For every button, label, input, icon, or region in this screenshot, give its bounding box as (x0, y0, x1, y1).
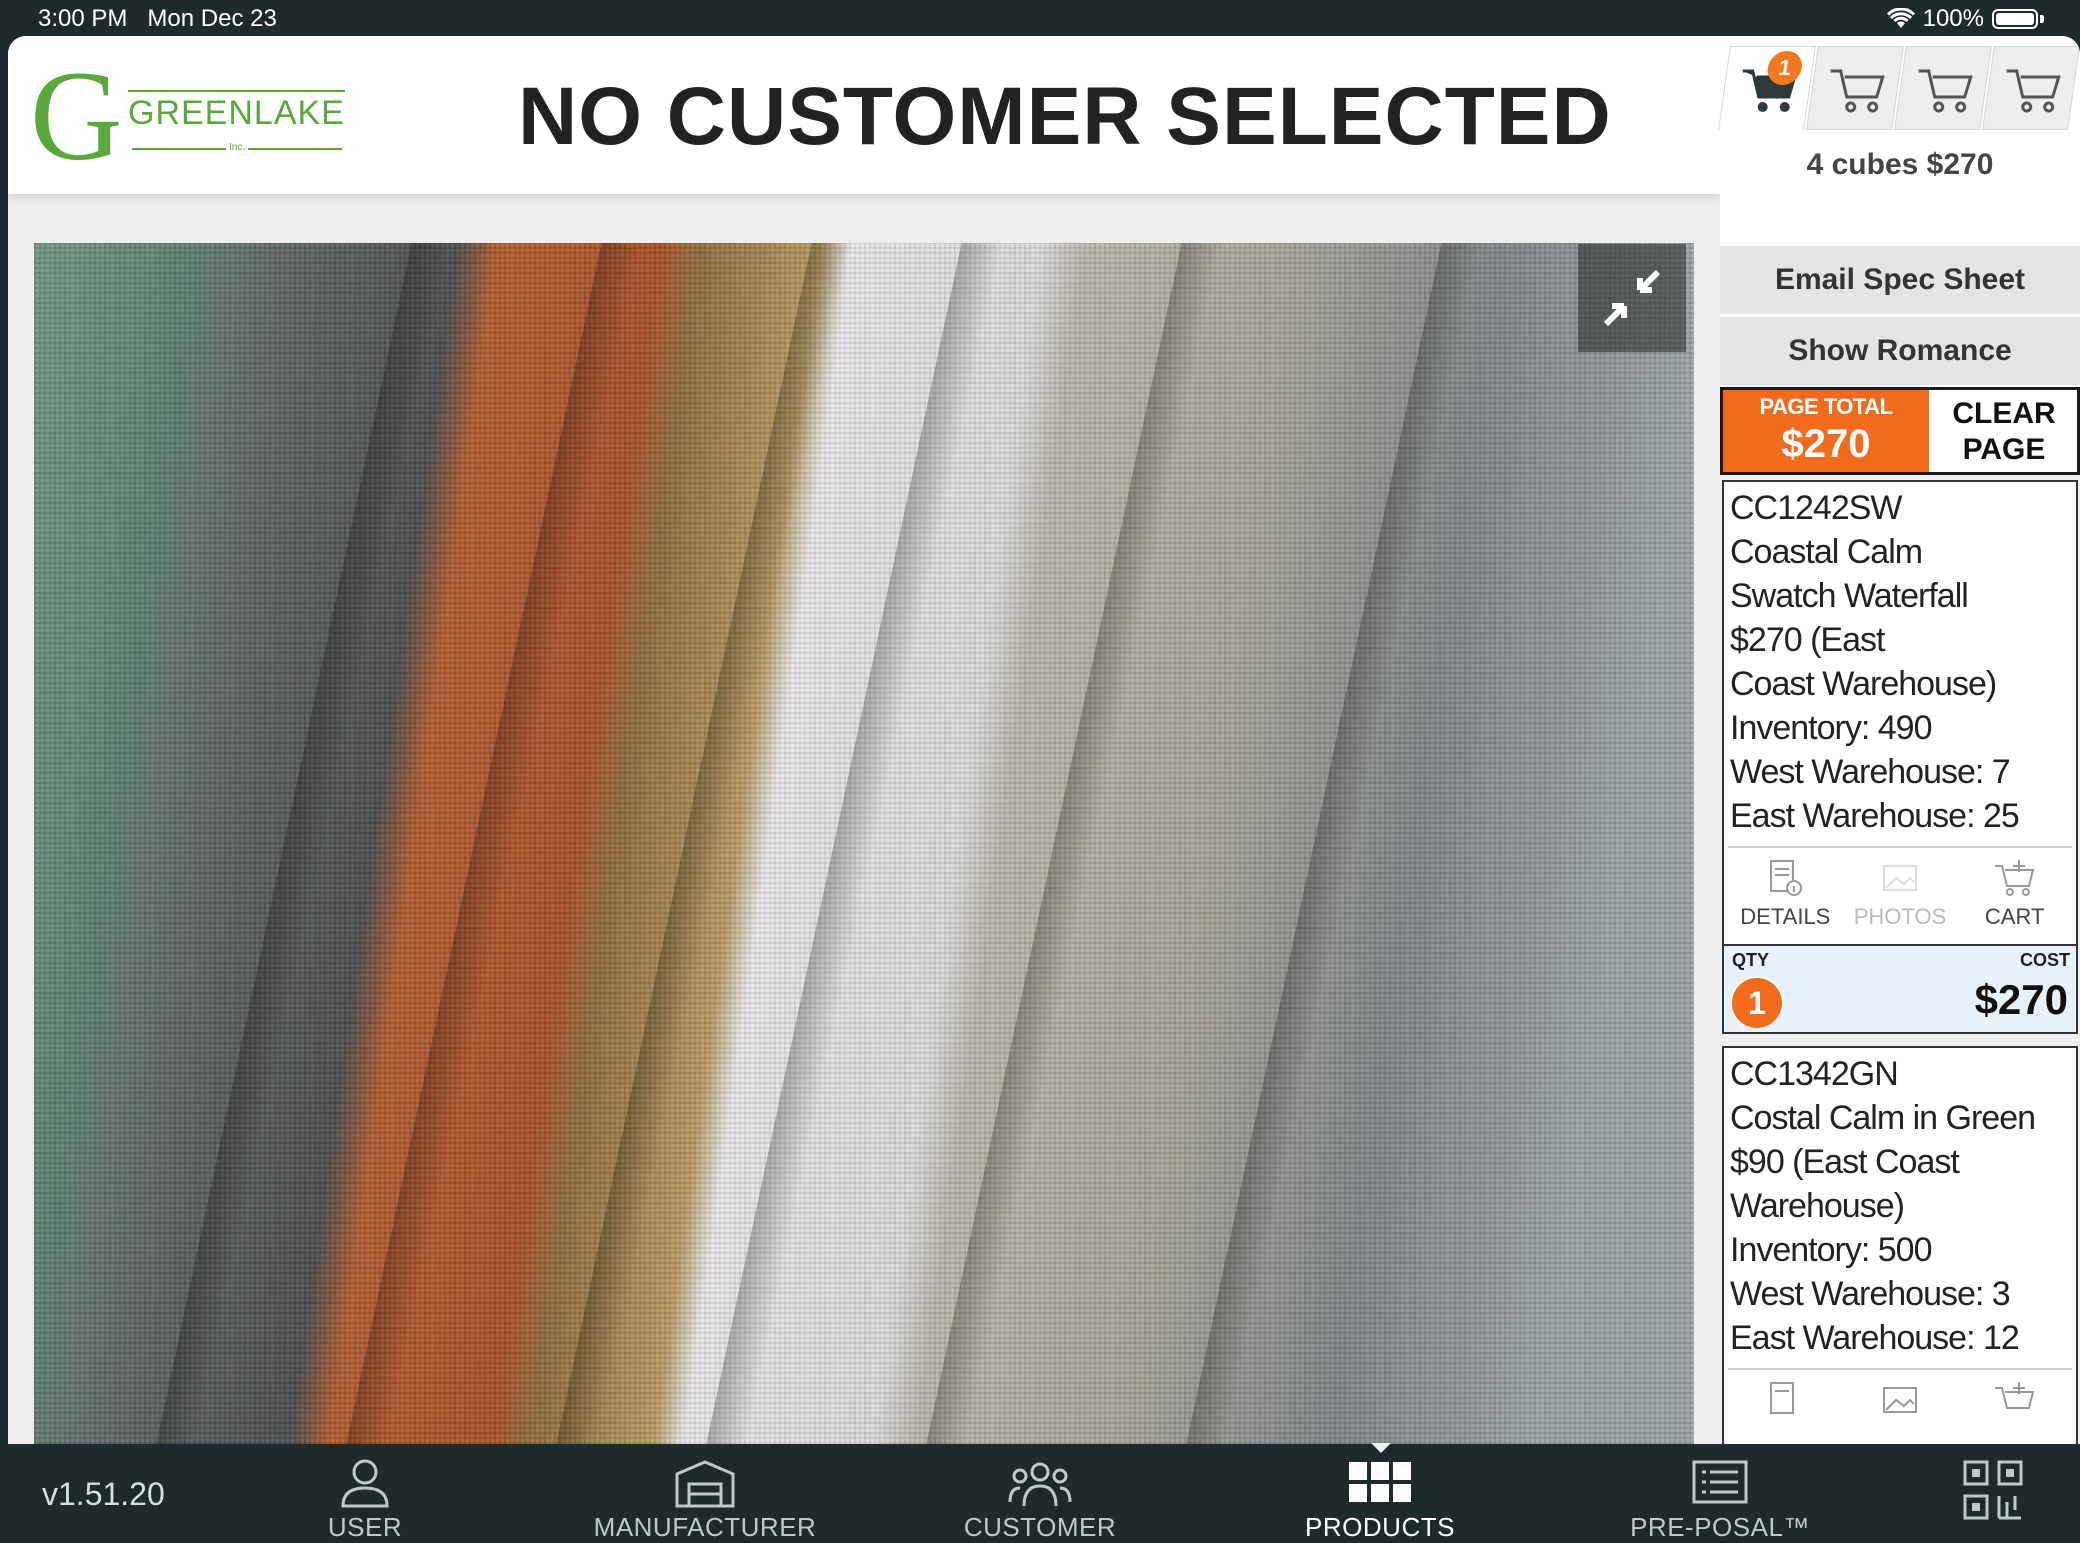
details-button[interactable] (1728, 1370, 1843, 1444)
product-line: West Warehouse: 3 (1730, 1275, 2011, 1313)
nav-customer[interactable]: CUSTOMER (955, 1458, 1125, 1543)
product-line: Coastal Calm (1730, 533, 1923, 571)
status-right: 100% (1886, 5, 2044, 33)
add-cart-icon (1994, 860, 2034, 896)
cost-label: COST (2019, 950, 2070, 970)
status-time-value: 3:00 PM (38, 5, 128, 32)
fabric-fold (706, 243, 1002, 1444)
battery-nub (2040, 15, 2044, 23)
photos-icon (1883, 865, 1917, 891)
product-card[interactable]: CC1242SW Coastal Calm Swatch Waterfall $… (1722, 480, 2078, 1034)
add-cart-icon (1994, 1382, 2034, 1409)
clear-page-line2: PAGE (1962, 433, 2046, 466)
cart-summary: 4 cubes $270 (1806, 148, 1994, 181)
photos-icon (1883, 1387, 1917, 1413)
status-date: Mon Dec 23 (147, 5, 277, 32)
nav-manufacturer[interactable]: MANUFACTURER (590, 1458, 820, 1543)
details-label: DETAILS (1740, 904, 1831, 929)
cart-empty-icon (2006, 69, 2061, 113)
bottom-nav: v1.51.20 USER MANUFACTURER CUSTOMER PROD… (0, 1443, 2080, 1542)
collapse-arrows-icon (1603, 269, 1661, 327)
wifi-icon (1886, 8, 1915, 28)
cost-value: $270 (1974, 976, 2068, 1023)
product-line: $270 (East (1730, 621, 1885, 659)
products-grid-icon (1349, 1462, 1411, 1502)
product-sku: CC1342GN (1730, 1055, 1899, 1093)
nav-qr-scan[interactable] (1958, 1458, 2028, 1526)
product-info: CC1342GN Costal Calm in Green $90 (East … (1724, 1048, 2076, 1368)
cart-panel: 1 4 cubes $270 (1718, 36, 2080, 246)
fabric-fold (926, 243, 1222, 1444)
photos-button[interactable] (1843, 1370, 1958, 1444)
app-version: v1.51.20 (42, 1476, 165, 1512)
details-button[interactable]: DETAILS (1728, 848, 1843, 944)
product-actions: DETAILS PHOTOS CART (1728, 846, 2072, 944)
cart-label: CART (1984, 904, 2045, 929)
cart-tabs: 1 (1718, 46, 2080, 130)
add-to-cart-button[interactable] (1957, 1370, 2072, 1444)
battery-icon (1992, 9, 2038, 29)
nav-products[interactable]: PRODUCTS (1300, 1458, 1460, 1543)
product-line: Inventory: 490 (1730, 709, 1932, 747)
add-to-cart-button[interactable]: CART (1957, 848, 2072, 944)
show-romance-button[interactable]: Show Romance (1720, 317, 2080, 388)
header: G GREENLAKE Inc. NO CUSTOMER SELECTED (8, 36, 1720, 194)
cart-empty-icon (1918, 69, 1973, 113)
qty-cost-bar: QTY COST 1 $270 (1724, 944, 2076, 1032)
product-list[interactable]: CC1242SW Coastal Calm Swatch Waterfall $… (1720, 480, 2080, 1444)
email-spec-sheet-button[interactable]: Email Spec Sheet (1720, 246, 2080, 317)
page-total-row: PAGE TOTAL $270 CLEAR PAGE (1720, 387, 2080, 475)
nav-user[interactable]: USER (300, 1458, 430, 1543)
product-line: Warehouse) (1730, 1187, 1905, 1225)
logo-word: GREENLAKE (128, 90, 345, 133)
details-doc-icon (1770, 860, 1803, 896)
collapse-fullscreen-button[interactable] (1578, 244, 1686, 352)
nav-pre-posal[interactable]: PRE-POSAL™ (1620, 1458, 1820, 1543)
product-actions (1728, 1368, 2072, 1444)
page-total: PAGE TOTAL $270 (1723, 390, 1929, 472)
cart-tab-4[interactable] (1982, 46, 2080, 130)
cart-tab-1[interactable]: 1 (1718, 46, 1816, 130)
page-total-label: PAGE TOTAL (1759, 394, 1893, 419)
battery-percent: 100% (1922, 5, 1984, 32)
clear-page-button[interactable]: CLEAR PAGE (1931, 390, 2077, 472)
product-line: Swatch Waterfall (1730, 577, 1969, 615)
product-card[interactable]: CC1342GN Costal Calm in Green $90 (East … (1722, 1046, 2078, 1444)
product-hero-image[interactable] (34, 243, 1694, 1444)
page-title: NO CUSTOMER SELECTED (518, 71, 1612, 162)
cart-tab-3[interactable] (1894, 46, 1992, 130)
product-line: Inventory: 500 (1730, 1231, 1932, 1269)
status-time: 3:00 PM Mon Dec 23 (38, 5, 277, 33)
app-window: G GREENLAKE Inc. NO CUSTOMER SELECTED 1 … (8, 36, 2080, 1444)
user-icon (341, 1459, 389, 1508)
product-line: Coast Warehouse) (1730, 665, 1997, 703)
logo-inc: Inc. (226, 142, 249, 153)
clear-page-line1: CLEAR (1952, 397, 2056, 430)
details-doc-icon (1770, 1382, 1795, 1414)
photos-button[interactable]: PHOTOS (1843, 848, 1958, 944)
product-line: East Warehouse: 12 (1730, 1319, 2020, 1357)
factory-icon (675, 1460, 735, 1508)
product-line: Costal Calm in Green (1730, 1099, 2036, 1137)
active-tab-pointer (1371, 1443, 1391, 1453)
qr-code-icon (1963, 1460, 2023, 1520)
page-total-amount: $270 (1781, 422, 1871, 466)
cart-empty-icon (1830, 69, 1885, 113)
photos-label: PHOTOS (1853, 904, 1947, 929)
greenlake-logo: G GREENLAKE Inc. (30, 52, 350, 180)
product-line: $90 (East Coast (1730, 1143, 1960, 1181)
qty-stepper[interactable]: 1 (1730, 976, 1784, 1030)
status-bar: 3:00 PM Mon Dec 23 100% (0, 0, 2080, 36)
product-line: East Warehouse: 25 (1730, 797, 2020, 835)
logo-letter: G (30, 45, 123, 187)
fabric-fold (1186, 243, 1482, 1444)
list-icon (1692, 1460, 1748, 1504)
product-info: CC1242SW Coastal Calm Swatch Waterfall $… (1724, 482, 2076, 846)
customers-group-icon (1008, 1462, 1072, 1507)
product-sku: CC1242SW (1730, 489, 1903, 527)
qty-label: QTY (1732, 950, 1770, 970)
cart-tab-2[interactable] (1806, 46, 1904, 130)
product-line: West Warehouse: 7 (1730, 753, 2011, 791)
